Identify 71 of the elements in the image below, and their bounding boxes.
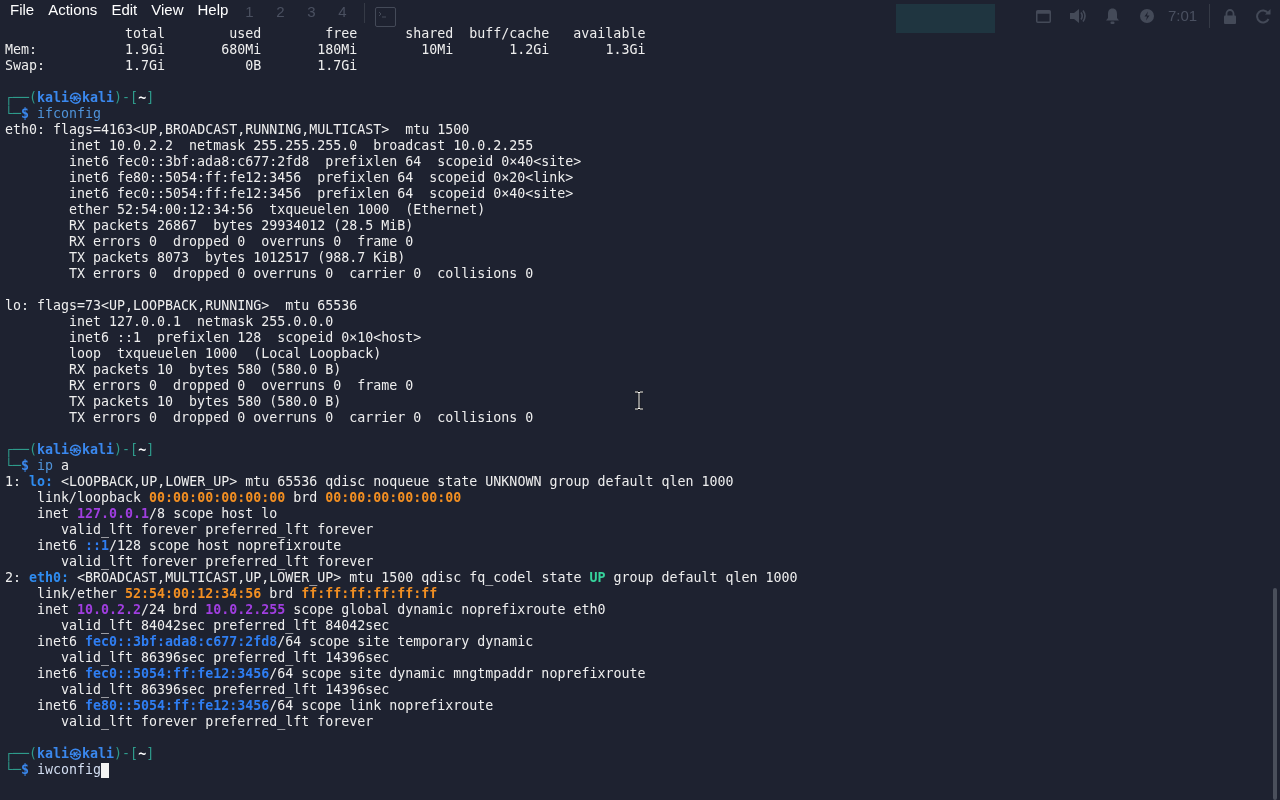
output-line: inet 127.0.0.1/8 scope host lo bbox=[37, 506, 278, 522]
output-line: ether 52:54:00:12:34:56 txqueuelen 1000 (Ethernet) bbox=[69, 202, 486, 218]
volume-icon[interactable] bbox=[1070, 8, 1087, 24]
command-line: └─$ ifconfig bbox=[5, 106, 102, 122]
refresh-icon[interactable] bbox=[1255, 9, 1272, 24]
table-cell: 680Mi bbox=[221, 42, 262, 58]
output-line: inet 127.0.0.1 netmask 255.0.0.0 bbox=[69, 314, 334, 330]
output-line: inet6 fec0::5054:ff:fe12:3456/64 scope site dynamic mngtmpaddr noprefixroute bbox=[37, 666, 646, 682]
row-header: Swap: bbox=[5, 58, 46, 74]
menu-item[interactable]: Actions bbox=[48, 0, 98, 20]
column-header: total bbox=[125, 26, 166, 42]
column-header: used bbox=[229, 26, 262, 42]
output-line: inet6 fe80::5054:ff:fe12:3456 prefixlen 64 scopeid 0×20<link> bbox=[69, 170, 574, 186]
column-header: shared bbox=[405, 26, 454, 42]
output-line: RX errors 0 dropped 0 overruns 0 frame 0 bbox=[69, 378, 414, 394]
table-cell: 1.9Gi bbox=[125, 42, 166, 58]
output-line: inet6 ::1 prefixlen 128 scopeid 0×10<host> bbox=[69, 330, 422, 346]
output-line: RX packets 10 bytes 580 (580.0 B) bbox=[69, 362, 342, 378]
output-line: RX packets 26867 bytes 29934012 (28.5 MiB) bbox=[69, 218, 414, 234]
table-cell: 1.7Gi bbox=[317, 58, 358, 74]
output-line: inet6 fec0::5054:ff:fe12:3456 prefixlen 64 scopeid 0×40<site> bbox=[69, 186, 574, 202]
table-cell: 0B bbox=[245, 58, 262, 74]
output-line: inet6 fe80::5054:ff:fe12:3456/64 scope link noprefixroute bbox=[37, 698, 494, 714]
terminal-icon[interactable] bbox=[375, 7, 396, 27]
output-line: inet6 fec0::3bf:ada8:c677:2fd8/64 scope site temporary dynamic bbox=[37, 634, 534, 650]
lock-icon[interactable] bbox=[1223, 9, 1238, 24]
output-line: valid_lft forever preferred_lft forever bbox=[61, 554, 374, 570]
output-line: TX packets 8073 bytes 1012517 (988.7 KiB) bbox=[69, 250, 406, 266]
menu-item[interactable]: File bbox=[10, 0, 35, 20]
output-line: valid_lft 84042sec preferred_lft 84042sec bbox=[61, 618, 390, 634]
prompt-line: ┌──(kali㉿kali)-[~] bbox=[5, 746, 155, 762]
output-line: link/loopback 00:00:00:00:00:00 brd 00:00:00:00:00:00 bbox=[37, 490, 462, 506]
table-cell: 1.7Gi bbox=[125, 58, 166, 74]
column-header: available bbox=[573, 26, 646, 42]
command-line: └─$ iwconfig bbox=[5, 762, 102, 778]
output-line: eth0: flags=4163<UP,BROADCAST,RUNNING,MULTICAST> mtu 1500 bbox=[5, 122, 470, 138]
table-cell: 1.2Gi bbox=[509, 42, 550, 58]
output-line: loop txqueuelen 1000 (Local Loopback) bbox=[69, 346, 382, 362]
scrollbar[interactable] bbox=[1273, 588, 1277, 800]
bell-icon[interactable] bbox=[1105, 8, 1120, 24]
table-cell: 10Mi bbox=[421, 42, 454, 58]
ibeam-cursor-icon bbox=[634, 391, 644, 410]
output-line: inet 10.0.2.2/24 brd 10.0.2.255 scope global dynamic noprefixroute eth0 bbox=[37, 602, 606, 618]
output-line: RX errors 0 dropped 0 overruns 0 frame 0 bbox=[69, 234, 414, 250]
output-line: valid_lft forever preferred_lft forever bbox=[61, 714, 374, 730]
output-line: inet6 fec0::3bf:ada8:c677:2fd8 prefixlen 64 scopeid 0×40<site> bbox=[69, 154, 582, 170]
output-line: TX errors 0 dropped 0 overruns 0 carrier 0 collisions 0 bbox=[69, 266, 534, 282]
output-line: inet 10.0.2.2 netmask 255.255.255.0 broadcast 10.0.2.255 bbox=[69, 138, 534, 154]
output-line: lo: flags=73<UP,LOOPBACK,RUNNING> mtu 65536 bbox=[5, 298, 358, 314]
output-line: valid_lft 86396sec preferred_lft 14396sec bbox=[61, 682, 390, 698]
output-line: TX packets 10 bytes 580 (580.0 B) bbox=[69, 394, 342, 410]
output-line: valid_lft 86396sec preferred_lft 14396sec bbox=[61, 650, 390, 666]
menu-item[interactable]: View bbox=[151, 0, 184, 20]
output-line: 2: eth0: <BROADCAST,MULTICAST,UP,LOWER_UP> mtu 1500 qdisc fq_codel state UP group default qlen 1000 bbox=[5, 570, 798, 586]
output-line: valid_lft forever preferred_lft forever bbox=[61, 522, 374, 538]
table-cell: 180Mi bbox=[317, 42, 358, 58]
column-header: free bbox=[325, 26, 358, 42]
prompt-line: ┌──(kali㉿kali)-[~] bbox=[5, 442, 155, 458]
column-header: buff/cache bbox=[469, 26, 550, 42]
output-line: TX errors 0 dropped 0 overruns 0 carrier 0 collisions 0 bbox=[69, 410, 534, 426]
command-line: └─$ ip a bbox=[5, 458, 70, 474]
output-line: 1: lo: <LOOPBACK,UP,LOWER_UP> mtu 65536 qdisc noqueue state UNKNOWN group default qlen 1000 bbox=[5, 474, 734, 490]
output-line: inet6 ::1/128 scope host noprefixroute bbox=[37, 538, 342, 554]
menu-item[interactable]: Edit bbox=[111, 0, 138, 20]
menu-item[interactable]: Help bbox=[197, 0, 229, 20]
lightning-icon[interactable] bbox=[1140, 9, 1154, 23]
output-line: link/ether 52:54:00:12:34:56 brd ff:ff:ff:ff:ff:ff bbox=[37, 586, 438, 602]
prompt-line: ┌──(kali㉿kali)-[~] bbox=[5, 90, 155, 106]
window-icon[interactable] bbox=[1036, 10, 1051, 23]
table-cell: 1.3Gi bbox=[605, 42, 646, 58]
row-header: Mem: bbox=[5, 42, 38, 58]
